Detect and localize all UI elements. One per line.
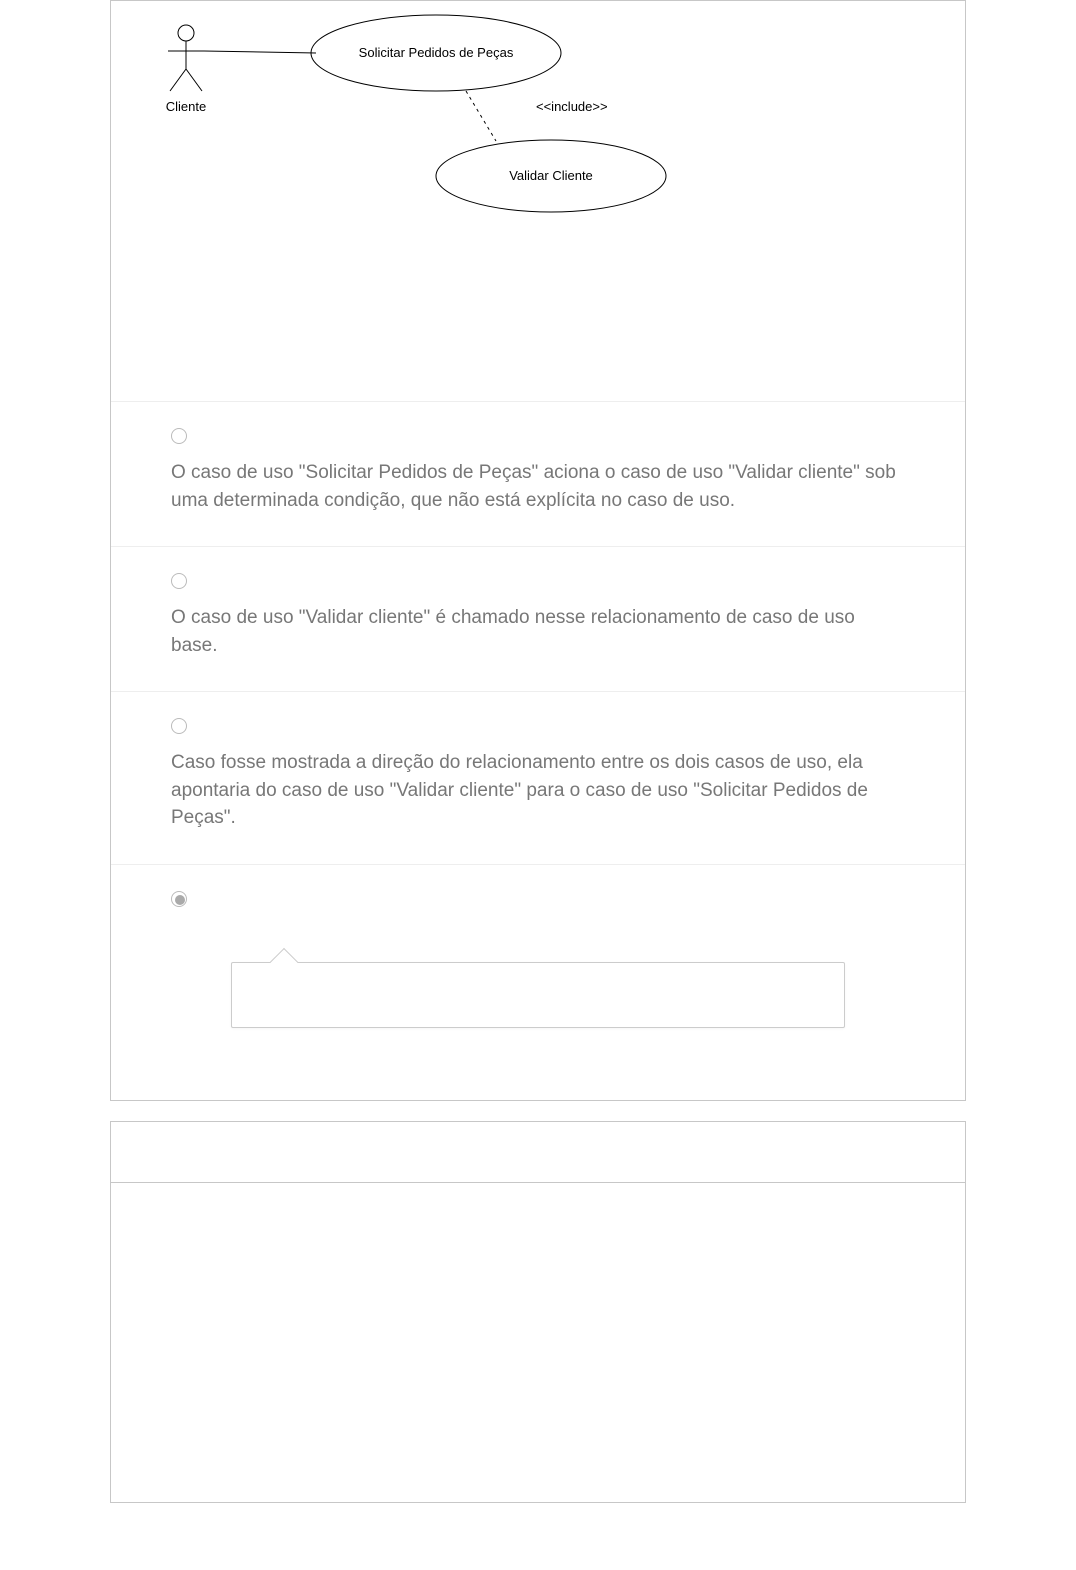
relationship-label: <<include>> — [536, 99, 608, 114]
next-question-panel — [110, 1121, 966, 1503]
next-question-body — [111, 1182, 965, 1502]
option-2[interactable]: O caso de uso "Validar cliente" é chamad… — [111, 546, 965, 691]
radio-icon — [171, 573, 187, 589]
option-text: Caso fosse mostrada a direção do relacio… — [171, 749, 905, 832]
use-case-diagram: Cliente Solicitar Pedidos de Peças <<inc… — [111, 1, 965, 401]
radio-icon — [171, 891, 187, 907]
usecase-solicitar-label: Solicitar Pedidos de Peças — [359, 45, 514, 60]
option-4[interactable] — [111, 864, 965, 1060]
question-panel: Cliente Solicitar Pedidos de Peças <<inc… — [110, 0, 966, 1101]
radio-icon — [171, 428, 187, 444]
option-1[interactable]: O caso de uso "Solicitar Pedidos de Peça… — [111, 402, 965, 546]
feedback-box — [231, 962, 845, 1028]
option-3[interactable]: Caso fosse mostrada a direção do relacio… — [111, 691, 965, 864]
actor-label: Cliente — [166, 99, 206, 114]
answer-options: O caso de uso "Solicitar Pedidos de Peça… — [111, 401, 965, 1060]
radio-icon — [171, 718, 187, 734]
option-text: O caso de uso "Solicitar Pedidos de Peça… — [171, 459, 905, 514]
usecase-validar-label: Validar Cliente — [509, 168, 593, 183]
option-text: O caso de uso "Validar cliente" é chamad… — [171, 604, 905, 659]
feedback-arrow-icon — [270, 948, 298, 976]
